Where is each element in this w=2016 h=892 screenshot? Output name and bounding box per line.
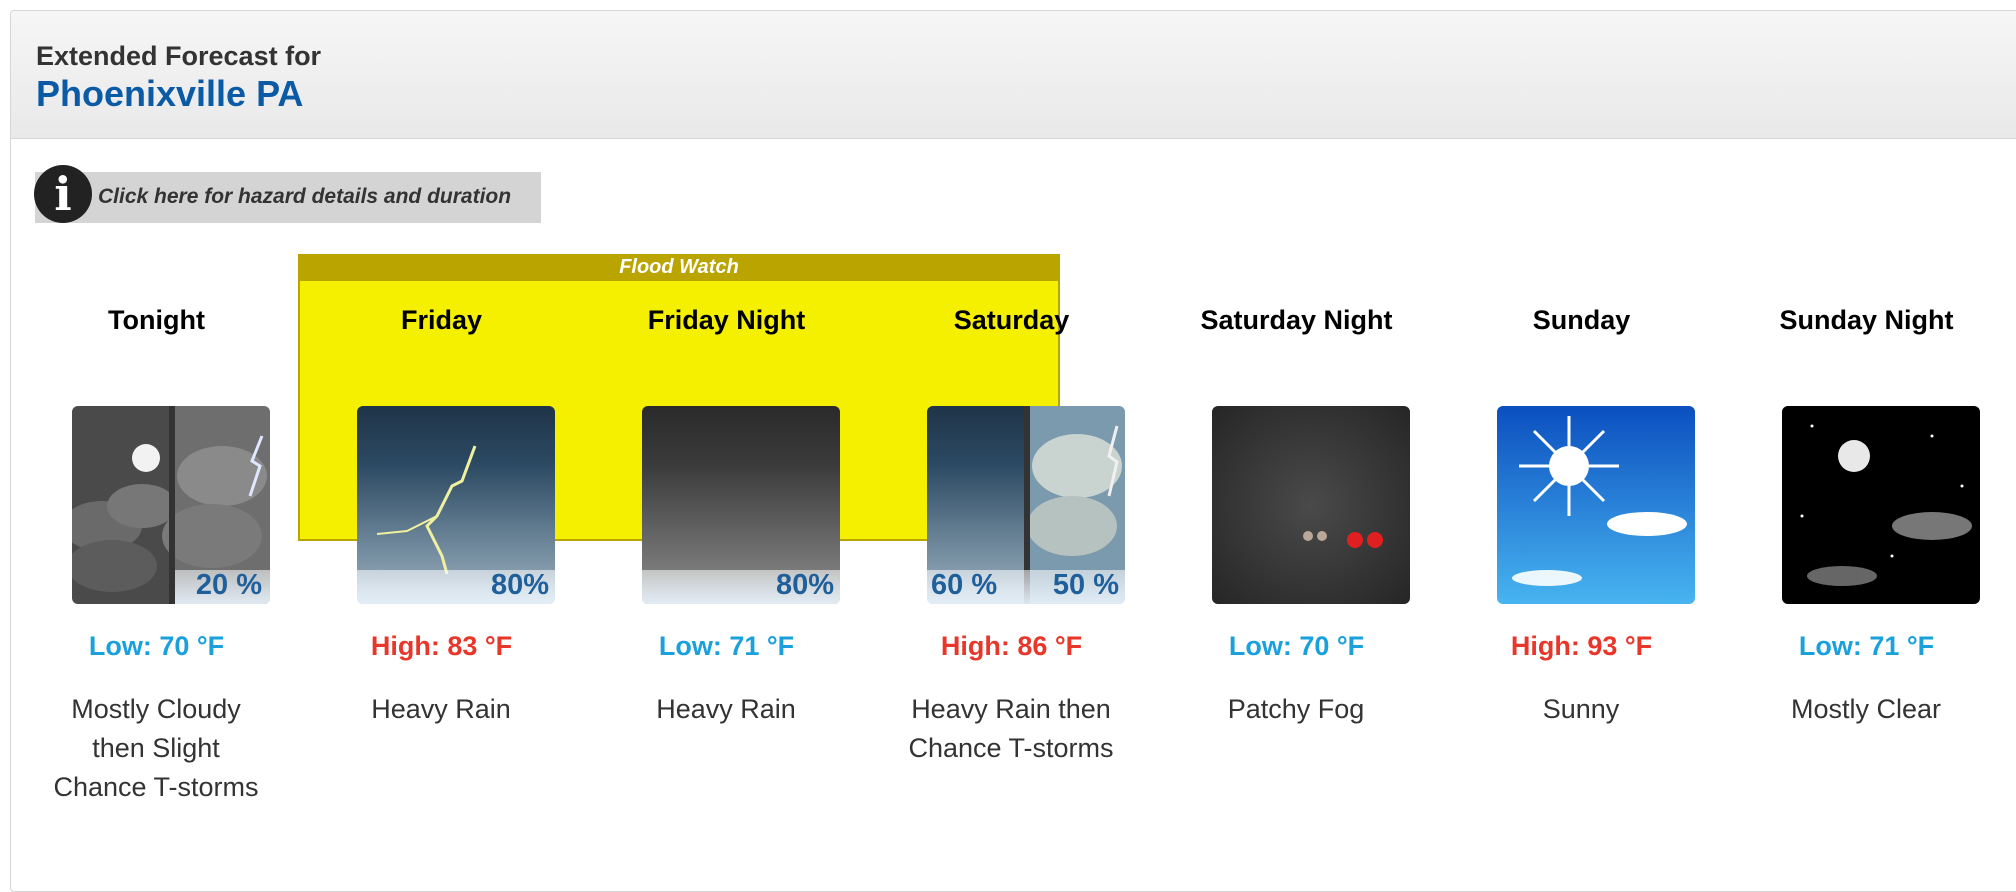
rain-lightning-icon[interactable]: 80% bbox=[357, 406, 555, 604]
short-description: Heavy Rain bbox=[656, 694, 796, 724]
short-description: Sunny bbox=[1542, 694, 1620, 724]
night-cloudy-tstorm-icon[interactable]: 20 % bbox=[72, 406, 270, 604]
fog-icon[interactable] bbox=[1212, 406, 1410, 604]
sunny-icon[interactable] bbox=[1497, 406, 1695, 604]
heavy-rain-icon[interactable]: 80% bbox=[642, 406, 840, 604]
rain-then-tstorm-icon[interactable]: 60 % 50 % bbox=[927, 406, 1125, 604]
hazard-details-text[interactable]: Click here for hazard details and durati… bbox=[98, 185, 511, 209]
short-description: Patchy Fog bbox=[1227, 694, 1365, 724]
precip-chance-second: 50 % bbox=[1052, 569, 1119, 601]
location-title: Phoenixville PA bbox=[36, 73, 304, 114]
temperature: Low: 70 °F bbox=[88, 631, 225, 661]
period-name: Tonight bbox=[108, 305, 205, 335]
temperature: High: 83 °F bbox=[370, 631, 513, 661]
period-name: Sunday Night bbox=[1779, 305, 1954, 335]
flood-watch-label[interactable]: Flood Watch bbox=[298, 254, 1060, 281]
temperature: Low: 71 °F bbox=[658, 631, 795, 661]
forecast-subtitle: Extended Forecast for bbox=[36, 41, 322, 71]
short-description: Mostly Clear bbox=[1790, 694, 1942, 724]
period-name: Saturday bbox=[953, 305, 1070, 335]
period-name: Friday bbox=[400, 305, 483, 335]
short-description: Heavy Rain bbox=[371, 694, 511, 724]
temperature: High: 86 °F bbox=[940, 631, 1083, 661]
precip-chance: 20 % bbox=[195, 569, 262, 601]
period-name: Sunday bbox=[1532, 305, 1631, 335]
short-description: Heavy Rain then Chance T-storms bbox=[908, 694, 1114, 763]
precip-chance: 80% bbox=[490, 569, 549, 601]
short-description: Mostly Cloudy then Slight Chance T-storm… bbox=[53, 694, 259, 802]
temperature: High: 93 °F bbox=[1510, 631, 1653, 661]
precip-chance: 80% bbox=[775, 569, 834, 601]
hazard-details-link[interactable]: Click here for hazard details and durati… bbox=[35, 172, 541, 223]
temperature: Low: 70 °F bbox=[1228, 631, 1365, 661]
info-icon[interactable]: i bbox=[34, 165, 92, 223]
precip-chance-first: 60 % bbox=[931, 569, 998, 601]
period-name: Saturday Night bbox=[1200, 305, 1393, 335]
forecast-header: Extended Forecast for Phoenixville PA bbox=[11, 11, 2016, 139]
night-clear-icon[interactable] bbox=[1782, 406, 1980, 604]
temperature: Low: 71 °F bbox=[1798, 631, 1935, 661]
period-name: Friday Night bbox=[647, 305, 806, 335]
